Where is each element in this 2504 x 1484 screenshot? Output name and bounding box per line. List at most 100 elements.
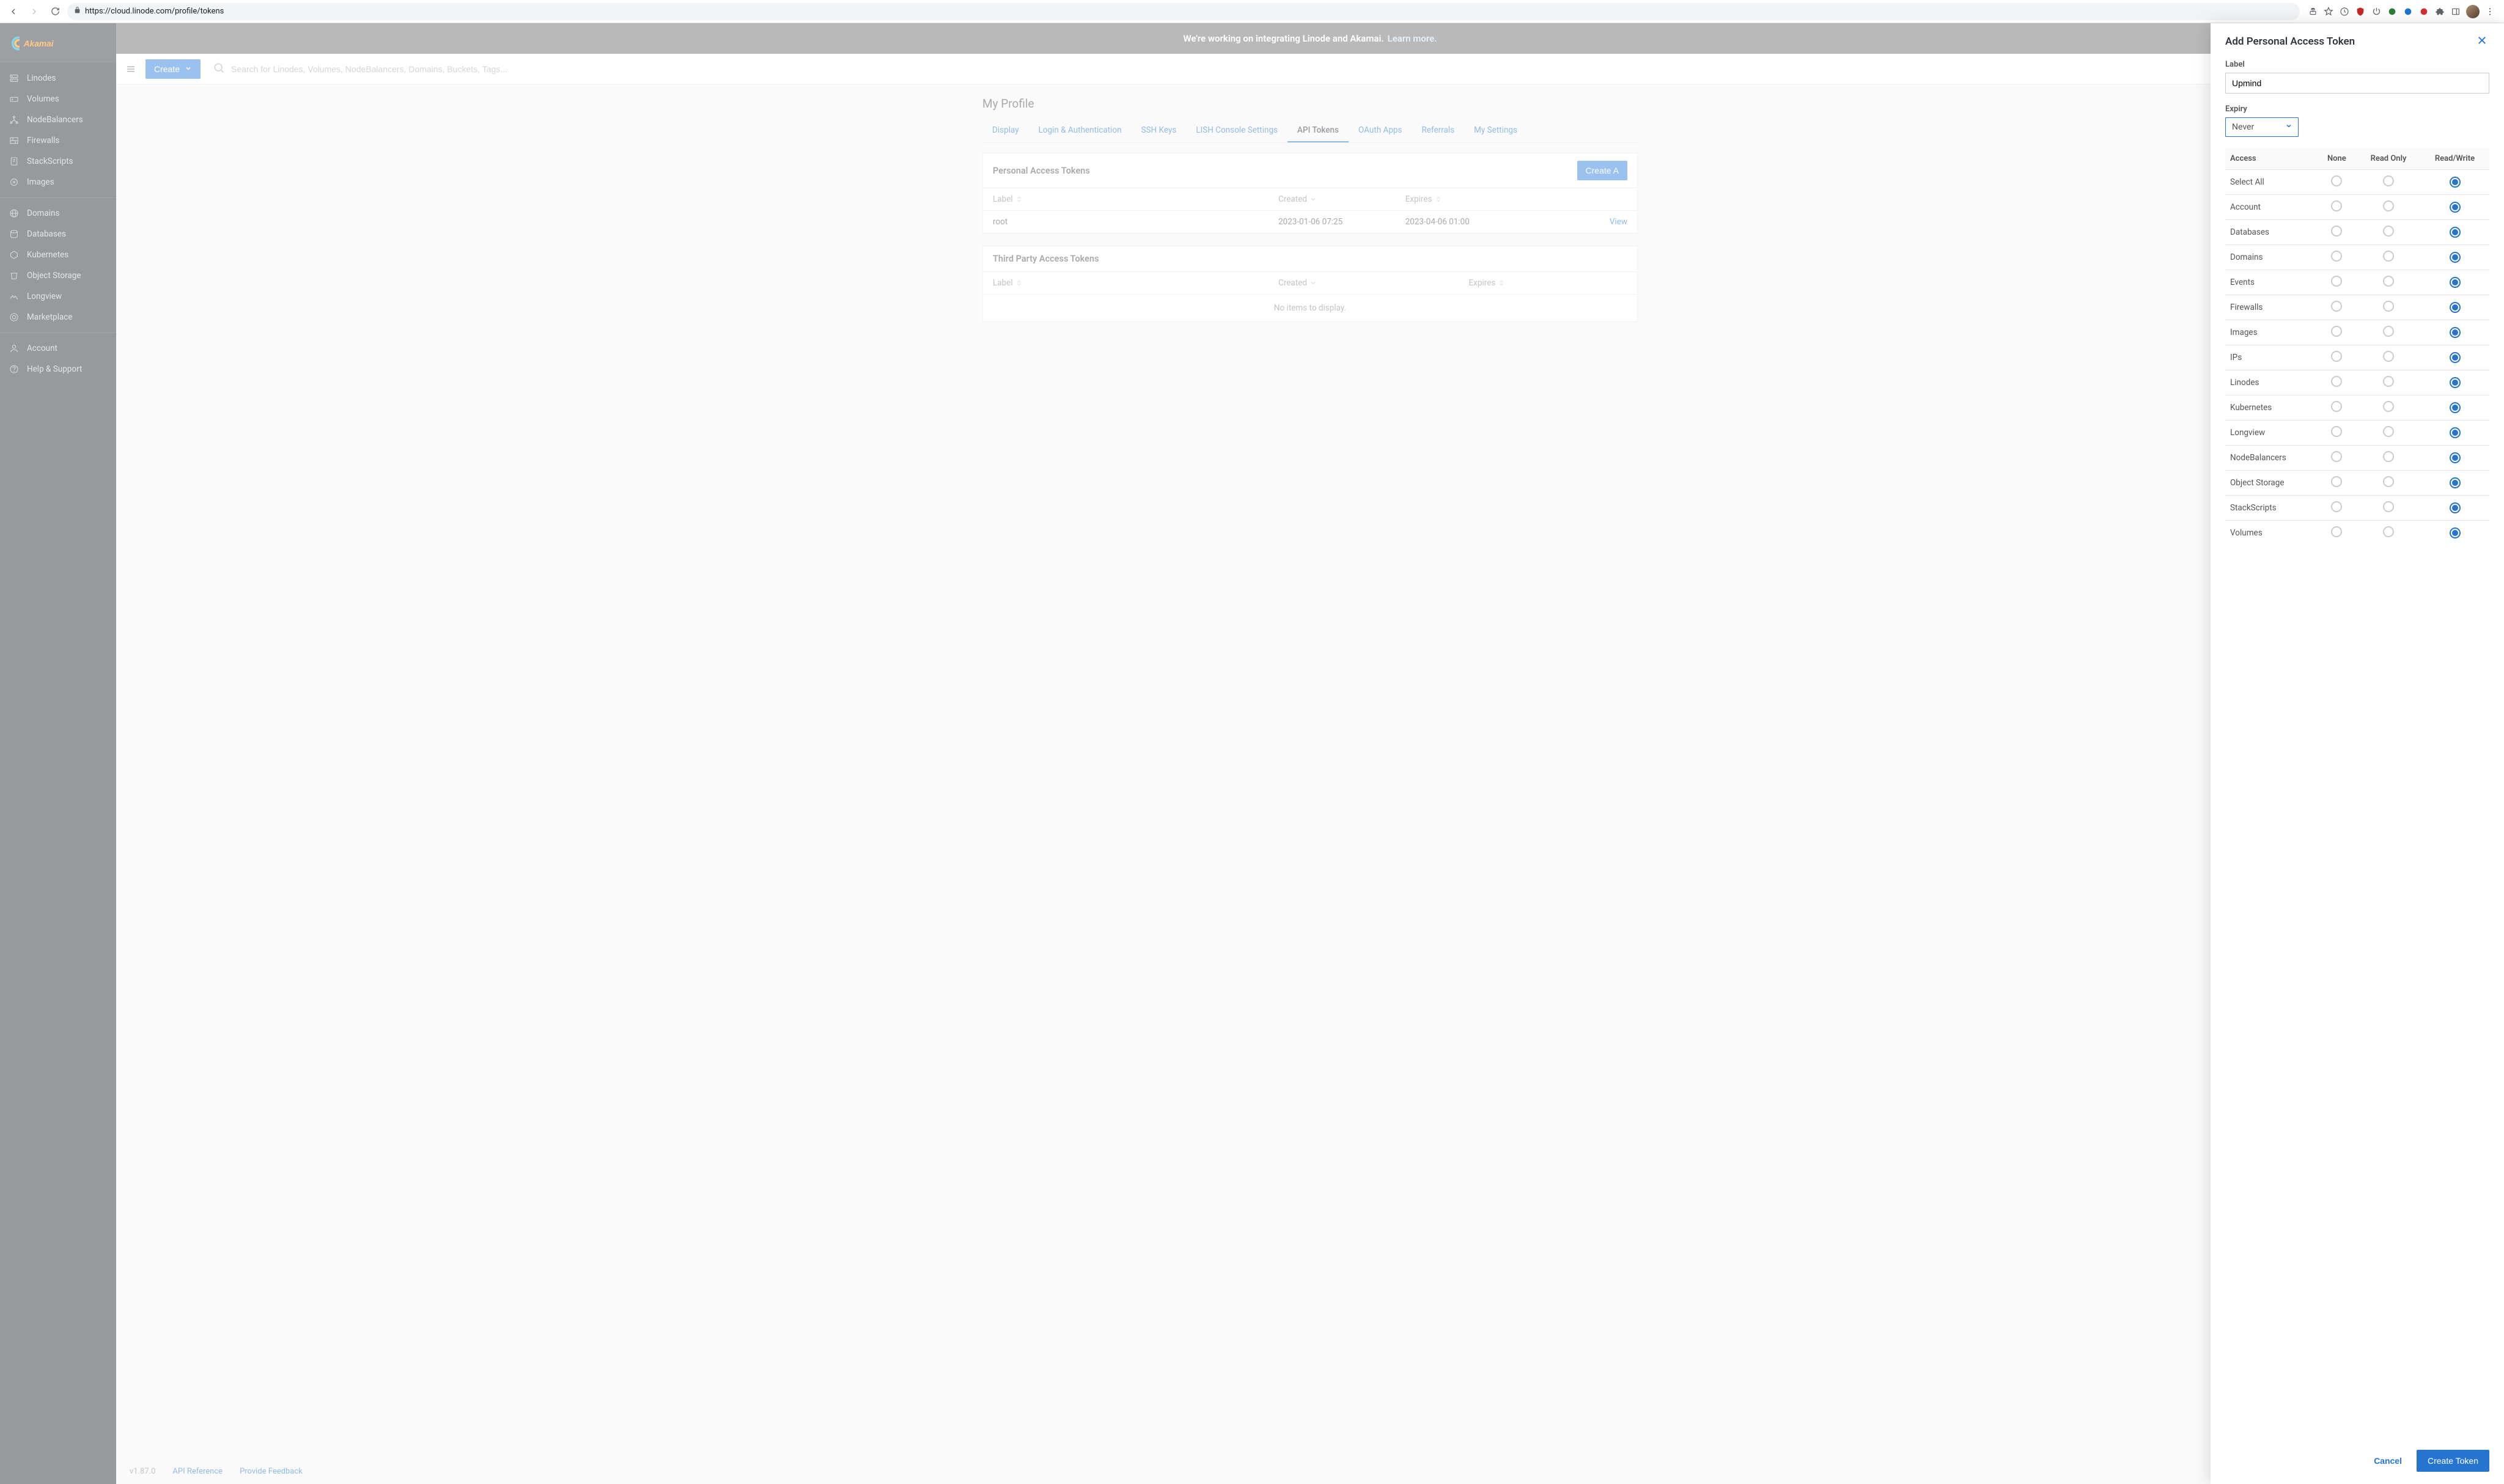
- tab-my-settings[interactable]: My Settings: [1464, 119, 1527, 142]
- shield-ext-icon[interactable]: [2355, 6, 2366, 17]
- perm-rw-radio[interactable]: [2450, 377, 2461, 388]
- perm-ro-radio[interactable]: [2383, 276, 2394, 287]
- sidebar-item-longview[interactable]: Longview: [0, 286, 116, 307]
- ext-red-icon[interactable]: [2418, 6, 2429, 17]
- perm-rw-radio[interactable]: [2450, 502, 2461, 513]
- perm-rw-radio[interactable]: [2450, 202, 2461, 213]
- perm-rw-radio[interactable]: [2450, 227, 2461, 238]
- tab-display[interactable]: Display: [982, 119, 1029, 142]
- perm-rw-radio[interactable]: [2450, 252, 2461, 263]
- perm-rw-radio[interactable]: [2450, 302, 2461, 313]
- create-pat-button[interactable]: Create A: [1577, 161, 1627, 180]
- create-token-button[interactable]: Create Token: [2417, 1450, 2489, 1472]
- perm-ro-radio[interactable]: [2383, 426, 2394, 437]
- search-input[interactable]: [231, 64, 2492, 74]
- perm-none-radio[interactable]: [2331, 251, 2342, 262]
- perm-ro-radio[interactable]: [2383, 226, 2394, 237]
- extensions-puzzle-icon[interactable]: [2434, 6, 2445, 17]
- pat-col-created[interactable]: Created: [1278, 194, 1405, 204]
- sidebar-item-firewalls[interactable]: Firewalls: [0, 130, 116, 151]
- share-icon[interactable]: [2307, 6, 2318, 17]
- ext-green-icon[interactable]: [2387, 6, 2398, 17]
- perm-rw-radio[interactable]: [2450, 277, 2461, 288]
- perm-none-radio[interactable]: [2331, 451, 2342, 462]
- api-reference-link[interactable]: API Reference: [172, 1467, 223, 1476]
- tab-oauth-apps[interactable]: OAuth Apps: [1349, 119, 1412, 142]
- perm-ro-radio[interactable]: [2383, 401, 2394, 412]
- perm-ro-radio[interactable]: [2383, 175, 2394, 186]
- sidebar-item-domains[interactable]: Domains: [0, 203, 116, 224]
- sidebar-item-volumes[interactable]: Volumes: [0, 89, 116, 109]
- perm-none-radio[interactable]: [2331, 401, 2342, 412]
- more-menu-icon[interactable]: [2484, 6, 2495, 17]
- provide-feedback-link[interactable]: Provide Feedback: [240, 1467, 303, 1476]
- create-button[interactable]: Create: [145, 59, 201, 79]
- cancel-button[interactable]: Cancel: [2368, 1451, 2408, 1471]
- perm-none-radio[interactable]: [2331, 200, 2342, 211]
- perm-none-radio[interactable]: [2331, 301, 2342, 312]
- sidebar-item-kubernetes[interactable]: Kubernetes: [0, 244, 116, 265]
- pat-col-label[interactable]: Label: [993, 194, 1278, 204]
- panel-toggle-icon[interactable]: [2450, 6, 2461, 17]
- perm-rw-radio[interactable]: [2450, 452, 2461, 463]
- tab-api-tokens[interactable]: API Tokens: [1287, 119, 1349, 142]
- perm-none-radio[interactable]: [2331, 376, 2342, 387]
- clock-icon[interactable]: [2339, 6, 2350, 17]
- sidebar-item-object-storage[interactable]: Object Storage: [0, 265, 116, 286]
- expiry-select[interactable]: Never: [2225, 117, 2299, 137]
- perm-rw-radio[interactable]: [2450, 327, 2461, 338]
- perm-ro-radio[interactable]: [2383, 251, 2394, 262]
- perm-none-radio[interactable]: [2331, 226, 2342, 237]
- perm-ro-radio[interactable]: [2383, 376, 2394, 387]
- tab-lish-console-settings[interactable]: LISH Console Settings: [1186, 119, 1287, 142]
- label-input[interactable]: [2225, 73, 2489, 94]
- perm-none-radio[interactable]: [2331, 175, 2342, 186]
- ext-blue-icon[interactable]: [2403, 6, 2414, 17]
- sidebar-item-stackscripts[interactable]: StackScripts: [0, 151, 116, 172]
- tp-col-expires[interactable]: Expires: [1468, 278, 1627, 288]
- perm-none-radio[interactable]: [2331, 526, 2342, 537]
- star-icon[interactable]: [2323, 6, 2334, 17]
- browser-forward-button[interactable]: [26, 3, 43, 20]
- drawer-close-button[interactable]: [2475, 34, 2489, 49]
- perm-ro-radio[interactable]: [2383, 326, 2394, 337]
- perm-rw-radio[interactable]: [2450, 402, 2461, 413]
- tab-ssh-keys[interactable]: SSH Keys: [1132, 119, 1187, 142]
- perm-ro-radio[interactable]: [2383, 526, 2394, 537]
- perm-rw-radio[interactable]: [2450, 427, 2461, 438]
- perm-ro-radio[interactable]: [2383, 476, 2394, 487]
- perm-rw-radio[interactable]: [2450, 477, 2461, 488]
- sidebar-item-nodebalancers[interactable]: NodeBalancers: [0, 109, 116, 130]
- perm-none-radio[interactable]: [2331, 476, 2342, 487]
- perm-ro-radio[interactable]: [2383, 200, 2394, 211]
- sidebar-item-linodes[interactable]: Linodes: [0, 68, 116, 89]
- app-logo[interactable]: Akamai: [0, 23, 116, 63]
- pat-col-expires[interactable]: Expires: [1405, 194, 1533, 204]
- tp-col-label[interactable]: Label: [993, 278, 1278, 288]
- perm-ro-radio[interactable]: [2383, 301, 2394, 312]
- browser-back-button[interactable]: [5, 3, 22, 20]
- tp-col-created[interactable]: Created: [1278, 278, 1468, 288]
- tab-referrals[interactable]: Referrals: [1412, 119, 1464, 142]
- sidebar-item-account[interactable]: Account: [0, 338, 116, 359]
- perm-rw-radio[interactable]: [2450, 527, 2461, 538]
- browser-reload-button[interactable]: [46, 3, 64, 20]
- perm-none-radio[interactable]: [2331, 276, 2342, 287]
- sidebar-item-images[interactable]: Images: [0, 172, 116, 193]
- menu-toggle-button[interactable]: [121, 59, 141, 79]
- pat-row-view-link[interactable]: View: [1610, 217, 1627, 227]
- sidebar-item-help-support[interactable]: Help & Support: [0, 359, 116, 380]
- perm-rw-radio[interactable]: [2450, 352, 2461, 363]
- banner-learn-more-link[interactable]: Learn more.: [1388, 33, 1437, 44]
- power-icon[interactable]: [2371, 6, 2382, 17]
- perm-none-radio[interactable]: [2331, 351, 2342, 362]
- perm-ro-radio[interactable]: [2383, 451, 2394, 462]
- perm-none-radio[interactable]: [2331, 326, 2342, 337]
- perm-none-radio[interactable]: [2331, 501, 2342, 512]
- sidebar-item-marketplace[interactable]: Marketplace: [0, 307, 116, 328]
- perm-ro-radio[interactable]: [2383, 351, 2394, 362]
- address-bar[interactable]: https://cloud.linode.com/profile/tokens: [67, 3, 2300, 20]
- perm-rw-radio[interactable]: [2450, 177, 2461, 188]
- profile-avatar[interactable]: [2466, 5, 2480, 18]
- perm-none-radio[interactable]: [2331, 426, 2342, 437]
